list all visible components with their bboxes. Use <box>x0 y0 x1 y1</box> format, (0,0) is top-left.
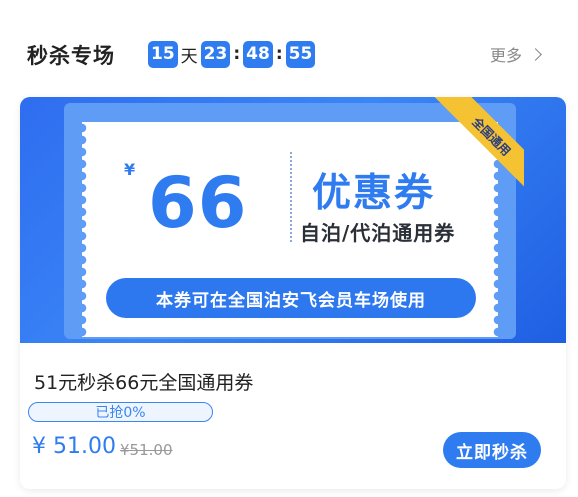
countdown-days: 15 <box>148 40 178 68</box>
section-header: 秒杀专场 15 天 23 : 48 : 55 更多 <box>0 0 578 96</box>
countdown-separator: : <box>275 44 283 64</box>
countdown-timer: 15 天 23 : 48 : 55 <box>148 40 316 68</box>
ribbon-corner: 全国通用 <box>414 97 524 197</box>
product-name: 51元秒杀66元全国通用券 <box>34 372 254 394</box>
more-label: 更多 <box>490 46 523 65</box>
coupon-divider <box>290 152 292 242</box>
flash-sale-card[interactable]: ¥ 66 优惠券 自泊/代泊通用券 本券可在全国泊安飞会员车场使用 全国通用 5… <box>20 97 566 489</box>
coupon-amount: 66 <box>148 162 248 244</box>
progress-label: 已抢0% <box>95 405 146 421</box>
sold-progress-bar: 已抢0% <box>28 402 213 422</box>
coupon-currency: ¥ <box>124 160 136 179</box>
coupon-banner: ¥ 66 优惠券 自泊/代泊通用券 本券可在全国泊安飞会员车场使用 全国通用 <box>20 97 566 343</box>
sale-price: ¥ 51.00 <box>32 434 116 459</box>
countdown-minutes: 48 <box>243 40 273 68</box>
buy-now-button[interactable]: 立即秒杀 <box>443 432 541 468</box>
ribbon-badge: 全国通用 <box>433 97 524 195</box>
countdown-separator: : <box>233 44 241 64</box>
original-price: ¥51.00 <box>120 441 173 459</box>
coupon-subtitle: 自泊/代泊通用券 <box>300 221 456 245</box>
page: 秒杀专场 15 天 23 : 48 : 55 更多 ¥ 66 优惠券 自泊/代泊… <box>0 0 578 497</box>
countdown-hours: 23 <box>200 40 231 68</box>
coupon-usage-note: 本券可在全国泊安飞会员车场使用 <box>106 278 476 318</box>
section-title: 秒杀专场 <box>27 44 115 68</box>
more-link[interactable]: 更多 <box>490 42 542 66</box>
countdown-seconds: 55 <box>285 40 316 68</box>
countdown-day-unit: 天 <box>180 46 198 67</box>
chevron-right-icon <box>529 47 542 61</box>
